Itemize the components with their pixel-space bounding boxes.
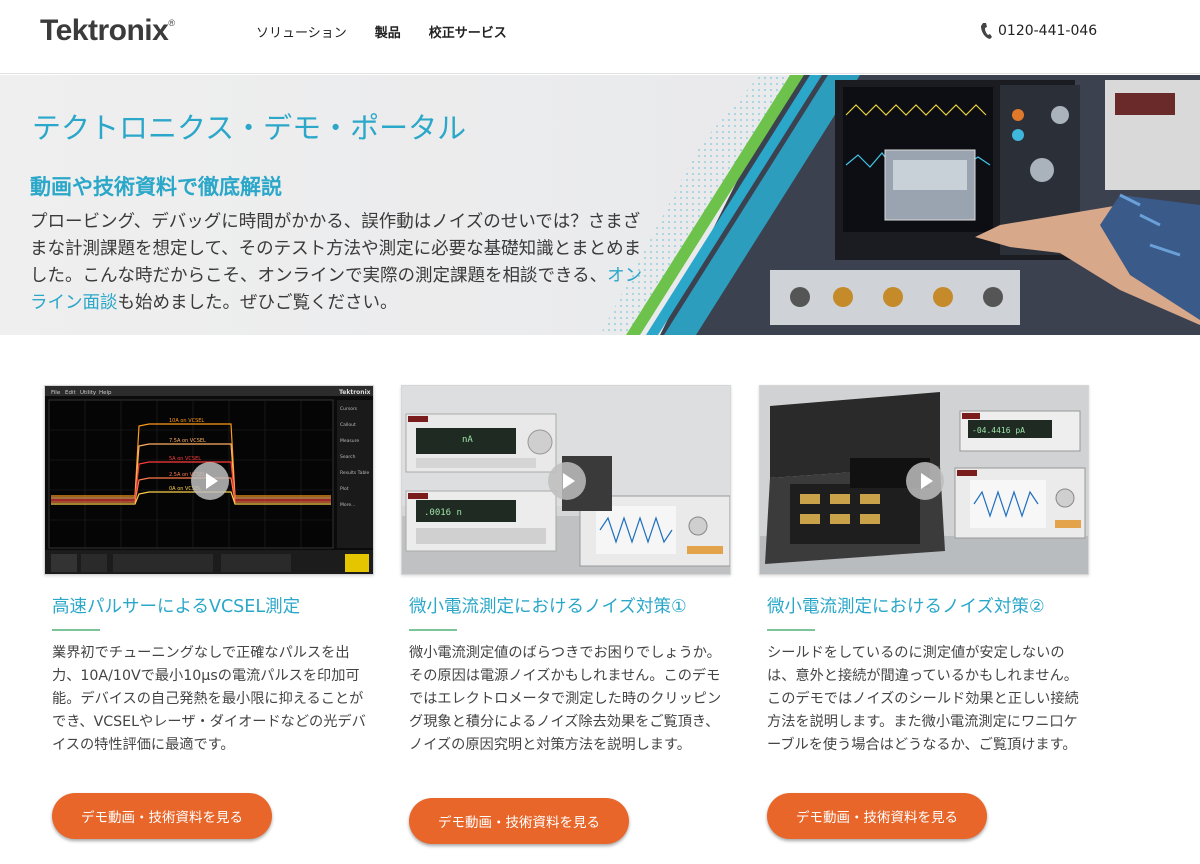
scope-btn-measure: Measure	[340, 438, 359, 444]
play-button[interactable]	[191, 462, 229, 500]
scope-menu-file: File	[51, 390, 61, 396]
card-description: 業界初でチューニングなしで正確なパルスを出力、10A/10Vで最小10μsの電流…	[52, 645, 366, 753]
site-header: Tektronix® ソリューション 製品 校正サービス 0120-441-04…	[0, 0, 1200, 74]
readout-pa: -04.4416 pA	[972, 426, 1025, 435]
video-thumbnail[interactable]: File Edit Utility Help Tektronix 10A on …	[44, 385, 374, 575]
view-demo-button[interactable]: デモ動画・技術資料を見る	[767, 793, 987, 839]
scope-btn-plot: Plot	[340, 486, 349, 492]
scope-menu-edit: Edit	[65, 390, 76, 396]
demo-card-noise-1: nA .0016 n 微小電流測定におけるノイズ対策① 微小電流測定値のばらつき…	[401, 385, 731, 844]
card-title[interactable]: 微小電流測定におけるノイズ対策②	[767, 593, 1045, 618]
card-description: シールドをしているのに測定値が安定しないのは、意外と接続が間違っているかもしれま…	[767, 645, 1079, 753]
play-button[interactable]	[906, 462, 944, 500]
scope-menu-help: Help	[99, 390, 112, 396]
card-title[interactable]: 高速パルサーによるVCSEL測定	[52, 593, 300, 618]
scope-btn-results: Results Table	[340, 470, 370, 476]
scope-brand: Tektronix	[339, 389, 371, 396]
view-demo-button[interactable]: デモ動画・技術資料を見る	[52, 793, 272, 839]
hero-title: テクトロニクス・デモ・ポータル	[32, 111, 467, 145]
main-nav: ソリューション 製品 校正サービス	[256, 22, 507, 41]
hero-body-text: プロービング、デバッグに時間がかかる、誤作動はノイズのせいでは？さまざまな計測課…	[30, 212, 642, 286]
title-underline	[52, 629, 100, 631]
nav-item-calibration[interactable]: 校正サービス	[429, 22, 507, 41]
scope-btn-cursors: Cursors	[340, 406, 358, 412]
scope-btn-callout: Callout	[340, 422, 356, 428]
scope-btn-search: Search	[340, 454, 356, 460]
nav-item-solutions[interactable]: ソリューション	[256, 22, 347, 41]
view-demo-button[interactable]: デモ動画・技術資料を見る	[409, 798, 629, 844]
readout-n: .0016 n	[424, 508, 462, 518]
trace-label-7-5a: 7.5A on VCSEL	[169, 438, 206, 444]
hero-banner: テクトロニクス・デモ・ポータル 動画や技術資料で徹底解説 プロービング、デバッグ…	[0, 75, 1200, 335]
hero-subtitle: 動画や技術資料で徹底解説	[30, 175, 282, 199]
video-thumbnail[interactable]: -04.4416 pA	[759, 385, 1089, 575]
hero-body-text-end: も始めました。ぜひご覧ください。	[117, 293, 398, 313]
demo-card-vcsel: File Edit Utility Help Tektronix 10A on …	[44, 385, 374, 839]
hero-description: プロービング、デバッグに時間がかかる、誤作動はノイズのせいでは？さまざまな計測課…	[30, 209, 650, 317]
phone-icon	[981, 23, 992, 39]
title-underline	[409, 629, 457, 631]
play-button[interactable]	[548, 462, 586, 500]
tektronix-logo[interactable]: Tektronix®	[40, 14, 175, 48]
nav-item-products[interactable]: 製品	[375, 22, 401, 41]
scope-btn-more: More...	[340, 502, 355, 508]
scope-menu-utility: Utility	[80, 390, 97, 396]
trace-label-5a: 5A on VCSEL	[169, 456, 201, 462]
video-thumbnail[interactable]: nA .0016 n	[401, 385, 731, 575]
card-description: 微小電流測定値のばらつきでお困りでしょうか。その原因は電源ノイズかもしれません。…	[409, 645, 722, 753]
trace-label-10a: 10A on VCSEL	[169, 418, 204, 424]
phone-number[interactable]: 0120-441-046	[980, 22, 1097, 40]
demo-card-noise-2: -04.4416 pA 微小電流測定におけるノイズ対策② シールドをしているのに…	[759, 385, 1089, 839]
readout-na: nA	[462, 435, 473, 445]
title-underline	[767, 629, 815, 631]
card-title[interactable]: 微小電流測定におけるノイズ対策①	[409, 593, 687, 618]
